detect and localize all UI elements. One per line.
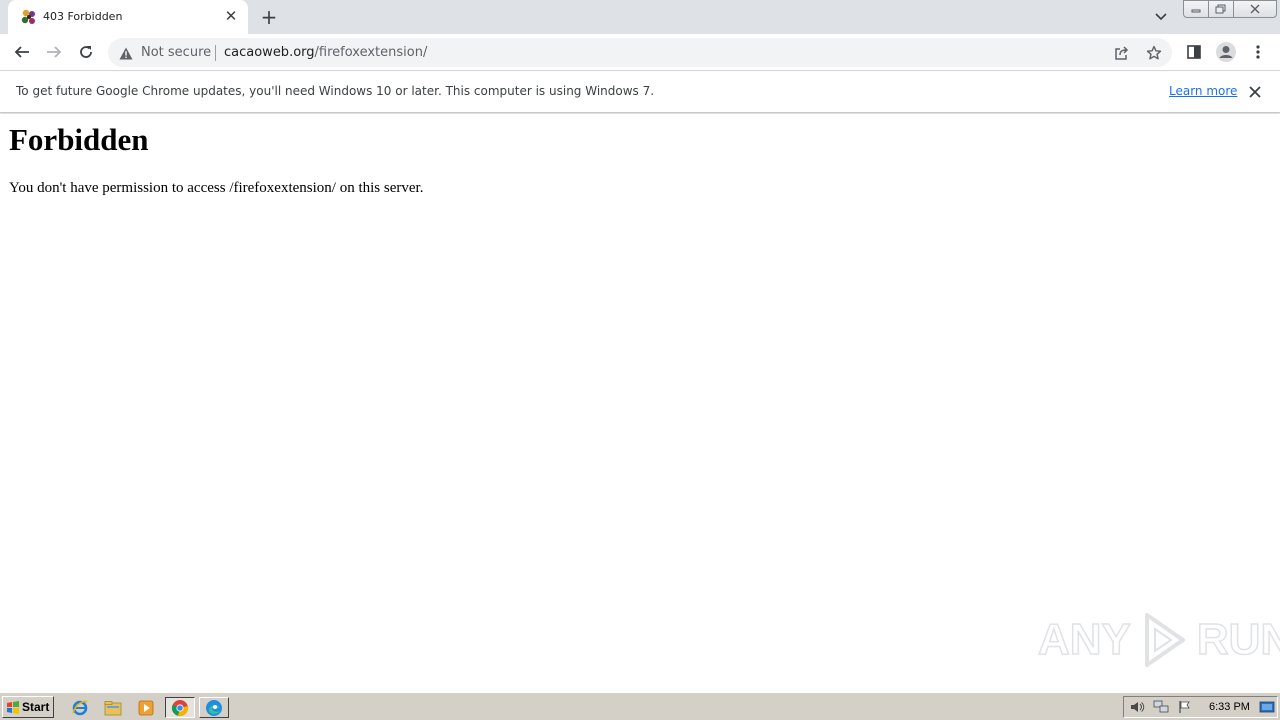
url-text[interactable]: cacaoweb.org/firefoxextension/ <box>224 45 427 60</box>
url-path: /firefoxextension/ <box>314 45 428 60</box>
profile-avatar-icon[interactable] <box>1214 40 1238 64</box>
not-secure-warning-icon[interactable] <box>119 45 133 64</box>
browser-toolbar: Not secure cacaoweb.org/firefoxextension… <box>0 34 1280 71</box>
maximize-button[interactable] <box>1208 0 1234 18</box>
side-panel-icon[interactable] <box>1182 40 1206 64</box>
internet-explorer-icon[interactable] <box>68 697 92 718</box>
taskbar-clock[interactable]: 6:33 PM <box>1209 701 1250 713</box>
omnibox-separator <box>215 45 216 61</box>
edge-icon[interactable] <box>199 697 229 718</box>
watermark-play-icon <box>1144 613 1185 667</box>
security-label[interactable]: Not secure <box>141 45 211 60</box>
watermark-text-left: ANY <box>1037 614 1131 665</box>
tab-close-icon[interactable]: ✕ <box>223 7 239 25</box>
reload-icon <box>80 46 92 58</box>
learn-more-link[interactable]: Learn more <box>1169 84 1237 98</box>
window-close-button[interactable] <box>1233 0 1277 18</box>
reload-button[interactable] <box>74 40 98 64</box>
windows-logo-icon <box>7 700 19 714</box>
infobar-close-icon[interactable] <box>1246 83 1264 101</box>
tab-search-chevron-icon[interactable] <box>1150 7 1172 27</box>
show-desktop-icon[interactable] <box>1258 699 1276 715</box>
back-button[interactable] <box>10 40 34 64</box>
address-bar[interactable]: Not secure cacaoweb.org/firefoxextension… <box>108 38 1172 67</box>
page-heading: Forbidden <box>9 122 149 157</box>
bookmark-star-icon[interactable] <box>1145 44 1163 62</box>
windows-taskbar: Start 6:33 PM <box>0 692 1280 720</box>
tab-active[interactable]: 403 Forbidden ✕ <box>8 0 248 34</box>
volume-icon[interactable] <box>1128 699 1146 715</box>
minimize-button[interactable] <box>1183 0 1209 18</box>
start-label: Start <box>22 700 50 714</box>
tab-strip: 403 Forbidden ✕ + <box>0 0 1280 34</box>
page-content: Forbidden You don't have permission to a… <box>0 114 1280 692</box>
system-tray: 6:33 PM <box>1123 696 1278 718</box>
url-domain: cacaoweb.org <box>224 45 315 60</box>
tab-title: 403 Forbidden <box>43 10 123 23</box>
share-icon[interactable] <box>1112 44 1130 62</box>
back-arrow-icon <box>14 46 29 58</box>
infobar-message: To get future Google Chrome updates, you… <box>16 84 655 98</box>
network-icon[interactable] <box>1152 699 1170 715</box>
forward-button[interactable] <box>42 40 66 64</box>
cacaoweb-favicon-icon <box>20 9 38 25</box>
explorer-folder-icon[interactable] <box>101 697 125 718</box>
anyrun-watermark: ANY RUN <box>1037 608 1280 672</box>
action-center-flag-icon[interactable] <box>1176 699 1194 715</box>
forward-arrow-icon <box>47 46 62 58</box>
chrome-icon[interactable] <box>165 697 195 718</box>
watermark-text-right: RUN <box>1196 614 1280 665</box>
page-message: You don't have permission to access /fir… <box>9 180 424 196</box>
start-button[interactable]: Start <box>2 696 54 718</box>
update-infobar: To get future Google Chrome updates, you… <box>0 72 1280 113</box>
media-player-icon[interactable] <box>134 697 158 718</box>
new-tab-button[interactable]: + <box>258 6 280 28</box>
window-controls <box>1183 0 1277 18</box>
chrome-menu-icon[interactable] <box>1246 40 1270 64</box>
